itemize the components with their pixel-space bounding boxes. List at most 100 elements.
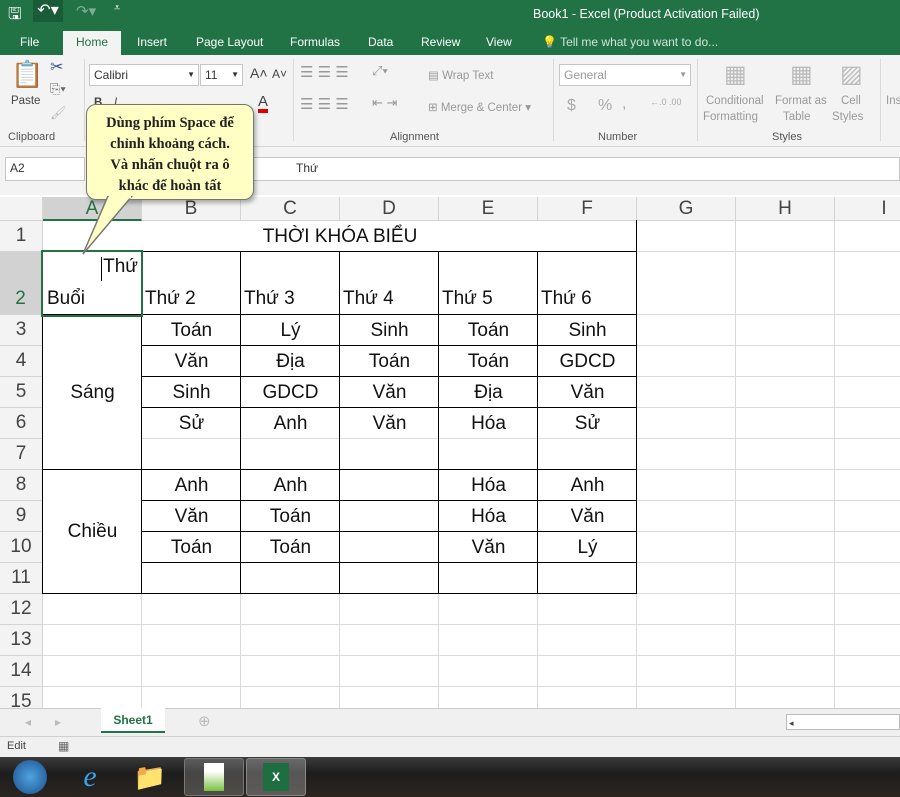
day-header-cell[interactable]: Thứ 3 xyxy=(241,252,340,315)
column-header-f[interactable]: F xyxy=(538,197,637,221)
tab-home[interactable]: Home xyxy=(63,31,122,55)
schedule-cell[interactable] xyxy=(340,563,439,594)
day-header-cell[interactable]: Thứ 2 xyxy=(142,252,241,315)
column-header-h[interactable]: H xyxy=(736,197,835,221)
schedule-cell[interactable]: Sử xyxy=(142,408,241,439)
schedule-cell[interactable]: Địa xyxy=(439,377,538,408)
align-top-icon[interactable]: ☰ ☰ ☰ xyxy=(300,63,349,81)
schedule-cell[interactable] xyxy=(142,563,241,594)
paste-button[interactable]: Paste xyxy=(11,95,40,107)
schedule-cell[interactable]: Hóa xyxy=(439,408,538,439)
row-header-8[interactable]: 8 xyxy=(0,470,43,501)
schedule-cell[interactable]: Văn xyxy=(538,501,637,532)
day-header-cell[interactable]: Thứ 4 xyxy=(340,252,439,315)
schedule-cell[interactable]: Toán xyxy=(439,315,538,346)
font-name-select[interactable]: Calibri ▼ xyxy=(89,64,199,86)
day-header-cell[interactable]: Thứ 6 xyxy=(538,252,637,315)
schedule-cell[interactable]: Toán xyxy=(340,346,439,377)
day-header-cell[interactable]: Thứ 5 xyxy=(439,252,538,315)
sheet-tab-sheet1[interactable]: Sheet1 xyxy=(101,708,165,733)
insert-cells-button[interactable]: Ins xyxy=(886,95,900,107)
row-header-6[interactable]: 6 xyxy=(0,408,43,439)
column-header-g[interactable]: G xyxy=(637,197,736,221)
undo-icon[interactable]: ↶▾ xyxy=(33,0,63,22)
schedule-cell[interactable]: Văn xyxy=(142,501,241,532)
cell-morning[interactable]: Sáng xyxy=(43,315,142,470)
redo-icon[interactable]: ↷▾ xyxy=(76,2,96,20)
excel-app-icon[interactable]: X xyxy=(246,758,306,796)
schedule-cell[interactable]: Văn xyxy=(538,377,637,408)
format-painter-icon[interactable]: 🖌 xyxy=(50,105,67,121)
tab-data[interactable]: Data xyxy=(360,31,401,55)
notepad-app-icon[interactable] xyxy=(184,758,244,796)
row-header-12[interactable]: 12 xyxy=(0,594,43,625)
select-all-corner[interactable] xyxy=(0,197,43,221)
horizontal-scrollbar[interactable]: ◂ xyxy=(786,714,900,730)
scroll-left-icon[interactable]: ◂ xyxy=(25,715,31,729)
schedule-cell[interactable] xyxy=(538,439,637,470)
row-header-3[interactable]: 3 xyxy=(0,315,43,346)
column-header-d[interactable]: D xyxy=(340,197,439,221)
cut-icon[interactable]: ✂ xyxy=(50,57,63,77)
name-box[interactable]: A2 xyxy=(5,157,85,181)
schedule-cell[interactable]: Văn xyxy=(340,408,439,439)
schedule-cell[interactable]: Toán xyxy=(142,315,241,346)
schedule-cell[interactable] xyxy=(241,439,340,470)
file-explorer-icon[interactable]: 📁 xyxy=(120,758,180,796)
schedule-cell[interactable] xyxy=(340,470,439,501)
schedule-cell[interactable]: Sinh xyxy=(340,315,439,346)
schedule-cell[interactable]: Anh xyxy=(241,408,340,439)
paste-icon[interactable]: 📋 xyxy=(11,59,43,90)
schedule-cell[interactable]: Toán xyxy=(241,532,340,563)
column-header-c[interactable]: C xyxy=(241,197,340,221)
comma-button[interactable]: , xyxy=(622,95,626,113)
worksheet-grid[interactable]: A B C D E F G H I 1 2 3 4 5 6 7 8 9 10 11 12 13 14 15 THỜI KHÓA … xyxy=(0,197,900,708)
schedule-cell[interactable]: Sử xyxy=(538,408,637,439)
number-format-select[interactable]: General ▼ xyxy=(559,64,691,86)
tab-insert[interactable]: Insert xyxy=(129,31,175,55)
schedule-cell[interactable] xyxy=(340,439,439,470)
schedule-cell[interactable]: Anh xyxy=(142,470,241,501)
tab-view[interactable]: View xyxy=(478,31,520,55)
percent-button[interactable]: % xyxy=(598,97,612,115)
schedule-cell[interactable] xyxy=(340,501,439,532)
internet-explorer-icon[interactable]: e xyxy=(60,758,120,796)
tell-me-box[interactable]: 💡 Tell me what you want to do... xyxy=(534,31,726,55)
schedule-cell[interactable] xyxy=(142,439,241,470)
format-as-table-button[interactable]: Format as xyxy=(775,95,827,107)
schedule-cell[interactable]: Hóa xyxy=(439,470,538,501)
column-header-i[interactable]: I xyxy=(835,197,900,221)
row-header-15[interactable]: 15 xyxy=(0,687,43,708)
decimal-icons[interactable]: ←.0 .00 xyxy=(650,97,682,107)
schedule-cell[interactable]: Địa xyxy=(241,346,340,377)
row-header-11[interactable]: 11 xyxy=(0,563,43,594)
indent-icon[interactable]: ⇤ ⇥ xyxy=(372,95,397,111)
tab-formulas[interactable]: Formulas xyxy=(282,31,348,55)
conditional-formatting-button[interactable]: Conditional xyxy=(706,95,764,107)
schedule-cell[interactable]: Lý xyxy=(241,315,340,346)
schedule-cell[interactable] xyxy=(439,563,538,594)
wrap-text-button[interactable]: ▤ Wrap Text xyxy=(428,68,493,82)
schedule-cell[interactable]: GDCD xyxy=(538,346,637,377)
schedule-cell[interactable] xyxy=(241,563,340,594)
shrink-font-icon[interactable]: A˅ xyxy=(272,67,287,81)
column-header-e[interactable]: E xyxy=(439,197,538,221)
align-left-icon[interactable]: ☰ ☰ ☰ xyxy=(300,95,349,113)
schedule-cell[interactable]: Hóa xyxy=(439,501,538,532)
tab-page-layout[interactable]: Page Layout xyxy=(188,31,271,55)
schedule-cell[interactable]: Văn xyxy=(340,377,439,408)
schedule-cell[interactable]: Anh xyxy=(241,470,340,501)
row-header-7[interactable]: 7 xyxy=(0,439,43,470)
row-header-14[interactable]: 14 xyxy=(0,656,43,687)
row-header-10[interactable]: 10 xyxy=(0,532,43,563)
customize-toolbar-icon[interactable]: ⩡ xyxy=(114,2,120,15)
row-header-5[interactable]: 5 xyxy=(0,377,43,408)
grow-font-icon[interactable]: A˄ xyxy=(250,65,268,81)
macro-record-icon[interactable]: ▦ xyxy=(58,739,69,753)
row-header-9[interactable]: 9 xyxy=(0,501,43,532)
format-as-table-icon[interactable]: ▦ xyxy=(790,60,813,89)
row-header-13[interactable]: 13 xyxy=(0,625,43,656)
cell-afternoon[interactable]: Chiều xyxy=(43,470,142,594)
schedule-cell[interactable]: Sinh xyxy=(538,315,637,346)
font-size-select[interactable]: 11 ▼ xyxy=(200,64,243,86)
